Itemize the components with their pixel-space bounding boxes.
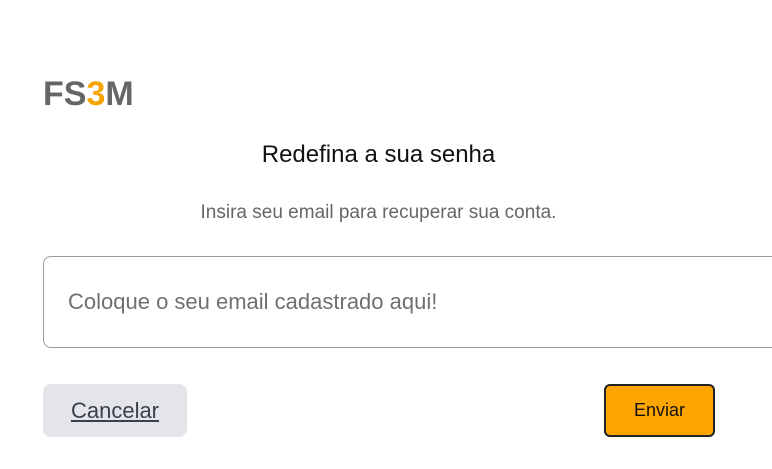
cancel-button[interactable]: Cancelar bbox=[43, 384, 187, 437]
fs3m-logo: FS3M bbox=[43, 74, 134, 114]
reset-password-dialog: FS3M Redefina a sua senha Insira seu ema… bbox=[0, 0, 772, 469]
logo-text-3: 3 bbox=[86, 75, 106, 113]
dialog-subtitle: Insira seu email para recuperar sua cont… bbox=[200, 202, 557, 223]
logo-text-m: M bbox=[105, 75, 134, 113]
email-input[interactable] bbox=[43, 256, 772, 348]
logo-text-fs: FS bbox=[43, 75, 87, 113]
send-button[interactable]: Enviar bbox=[604, 384, 715, 437]
dialog-title: Redefina a sua senha bbox=[261, 141, 496, 168]
